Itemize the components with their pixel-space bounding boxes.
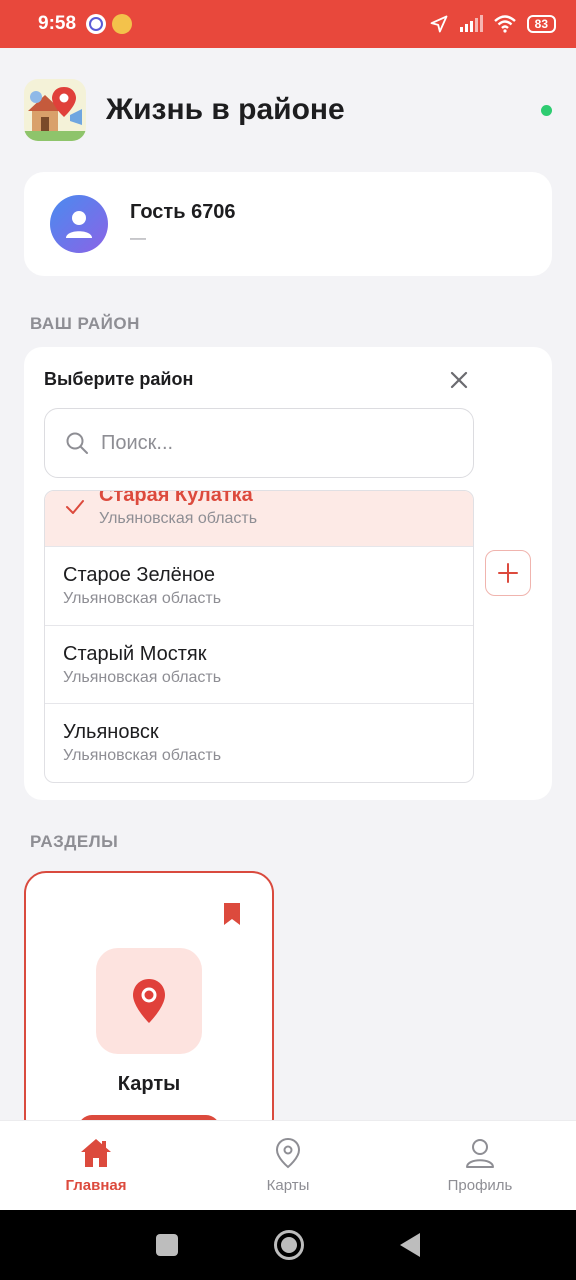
home-icon: [81, 1139, 111, 1167]
status-bar: 9:58 83: [0, 0, 576, 48]
bookmark-icon[interactable]: [222, 901, 242, 927]
district-name: Старый Мостяк: [63, 643, 207, 665]
user-subtitle: —: [130, 229, 146, 247]
app-logo: [24, 79, 86, 141]
nav-label: Карты: [266, 1177, 310, 1194]
nav-label: Главная: [65, 1177, 127, 1194]
district-region: Ульяновская область: [99, 510, 258, 527]
user-avatar-icon: [66, 211, 92, 238]
location-arrow-icon: [430, 15, 448, 33]
map-pin-icon: [275, 1137, 301, 1169]
user-name: Гость 6706: [130, 200, 236, 223]
nav-item-maps[interactable]: Карты: [192, 1121, 384, 1210]
online-status-dot: [541, 105, 552, 116]
system-navigation-bar: [0, 1210, 576, 1280]
recent-apps-button[interactable]: [156, 1234, 178, 1256]
list-item-selected[interactable]: Старая Кулатка Ульяновская область: [45, 490, 473, 547]
district-region: Ульяновская область: [63, 669, 222, 686]
wifi-icon: [493, 15, 516, 33]
district-picker-title: Выберите район: [44, 369, 194, 389]
add-district-button[interactable]: [485, 550, 531, 596]
list-item[interactable]: Старый Мостяк Ульяновская область: [45, 626, 473, 704]
district-region: Ульяновская область: [63, 590, 222, 607]
search-icon: [66, 432, 88, 454]
user-card[interactable]: Гость 6706 —: [24, 172, 552, 276]
maps-icon-tile: [96, 948, 202, 1054]
search-input[interactable]: [101, 431, 421, 455]
notification-icon: [86, 14, 107, 34]
avatar: [50, 195, 108, 253]
district-section-label: ВАШ РАЙОН: [30, 314, 140, 333]
district-name: Ульяновск: [63, 721, 159, 743]
app-notification-icon: [112, 14, 133, 34]
search-field[interactable]: [44, 408, 474, 478]
nav-item-home[interactable]: Главная: [0, 1121, 192, 1210]
list-item[interactable]: Ульяновск Ульяновская область: [45, 704, 473, 782]
district-list[interactable]: Старая Кулатка Ульяновская область Старо…: [44, 490, 474, 783]
district-region: Ульяновская область: [63, 747, 222, 764]
app-title: Жизнь в районе: [106, 93, 345, 126]
back-button[interactable]: [400, 1233, 420, 1257]
district-name: Старая Кулатка: [99, 490, 253, 506]
battery-indicator: 83: [526, 15, 556, 33]
close-icon: [450, 371, 468, 389]
district-name: Старое Зелёное: [63, 564, 216, 586]
bottom-navigation: Главная Карты Профиль: [0, 1120, 576, 1210]
nav-item-profile[interactable]: Профиль: [384, 1121, 576, 1210]
section-card-maps[interactable]: Карты: [24, 871, 274, 1141]
home-button[interactable]: [274, 1230, 304, 1260]
check-icon: [66, 500, 84, 514]
status-time: 9:58: [38, 13, 77, 34]
list-item[interactable]: Старое Зелёное Ульяновская область: [45, 547, 473, 626]
sections-label: РАЗДЕЛЫ: [30, 832, 119, 851]
map-pin-icon: [133, 979, 165, 1023]
close-button[interactable]: [446, 367, 472, 393]
district-picker-card: Выберите район Старая Кулатка Ульяновска…: [24, 347, 552, 800]
signal-icon: [459, 15, 483, 32]
app-header: Жизнь в районе: [24, 78, 554, 142]
user-icon: [466, 1139, 494, 1168]
nav-label: Профиль: [447, 1177, 513, 1194]
plus-icon: [498, 563, 518, 583]
section-title: Карты: [117, 1073, 181, 1095]
